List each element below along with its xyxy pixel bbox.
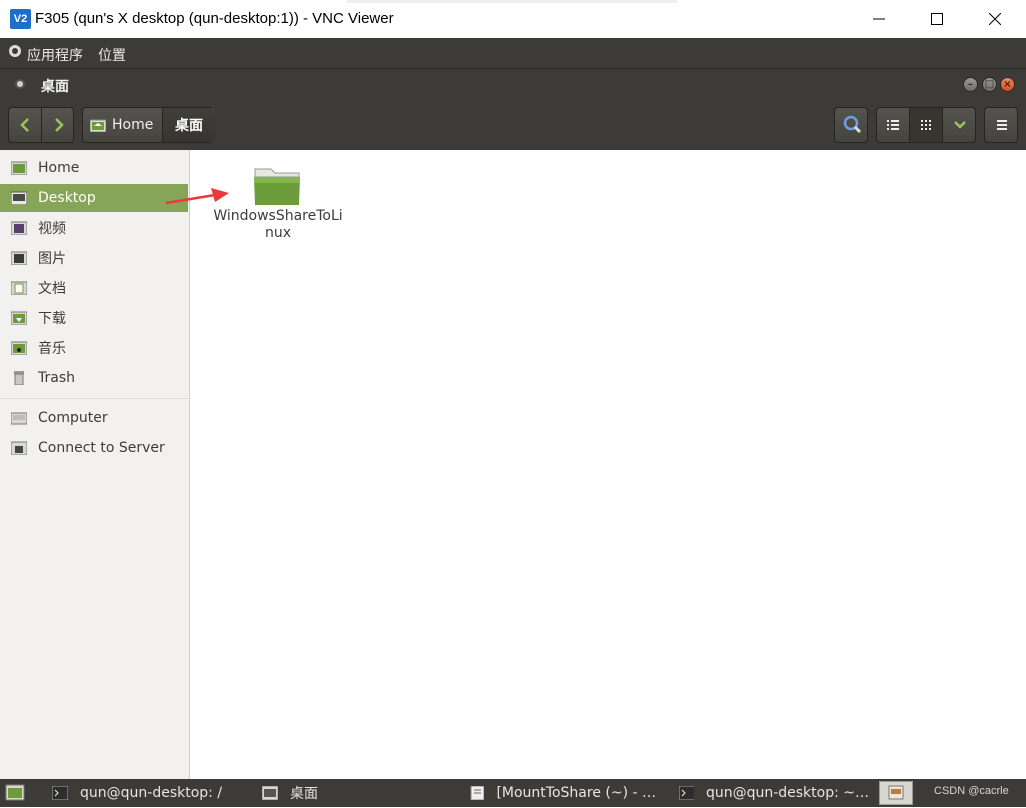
sidebar-item-home[interactable]: Home — [0, 154, 188, 182]
sidebar-item-label: Trash — [38, 370, 75, 386]
terminal-icon — [679, 786, 694, 800]
text-editor-icon — [470, 786, 485, 800]
list-view-icon — [887, 120, 899, 130]
menu-button[interactable] — [984, 107, 1018, 143]
music-folder-icon — [11, 341, 27, 355]
sidebar-item-pictures[interactable]: 图片 — [0, 244, 188, 272]
taskbar-item-label: 桌面 — [290, 786, 318, 802]
sidebar-item-label: 下载 — [38, 311, 66, 327]
video-folder-icon — [11, 221, 27, 235]
sidebar-divider — [0, 398, 188, 399]
taskbar-item-terminal-home[interactable]: qun@qun-desktop: ~… — [679, 779, 869, 807]
file-manager-icon — [262, 786, 278, 800]
taskbar-item-label: [MountToShare (~) - … — [496, 785, 656, 801]
grid-view-icon — [921, 120, 931, 130]
navigation-buttons — [8, 107, 74, 143]
window-menu-icon[interactable] — [15, 79, 25, 89]
taskbar-item-file-manager[interactable]: 桌面 — [262, 779, 442, 807]
maximize-button[interactable] — [908, 0, 966, 38]
search-icon — [843, 115, 862, 134]
hamburger-menu-icon — [997, 120, 1007, 130]
places-menu[interactable]: 位置 — [98, 45, 126, 65]
sidebar-item-connect-to-server[interactable]: Connect to Server — [0, 434, 188, 462]
sidebar-item-documents[interactable]: 文档 — [0, 274, 188, 302]
minimize-button[interactable] — [850, 0, 908, 38]
sidebar-item-label: Computer — [38, 410, 108, 426]
breadcrumb-home[interactable]: Home — [83, 108, 163, 142]
sidebar-item-label: Desktop — [38, 190, 96, 206]
vnc-title-bar: V2 F305 (qun's X desktop (qun-desktop:1)… — [0, 0, 1026, 38]
network-server-icon — [11, 441, 27, 455]
chevron-left-icon — [20, 118, 29, 132]
folder-label[interactable]: WindowsShareToLi nux — [208, 208, 348, 242]
annotation-arrow-icon — [165, 188, 229, 205]
ubuntu-logo-icon — [9, 45, 21, 57]
workspace-switcher[interactable] — [879, 781, 913, 805]
show-desktop-icon[interactable] — [4, 782, 26, 803]
vnc-toolbar-strip — [347, 0, 677, 3]
chevron-right-icon — [54, 118, 64, 132]
watermark: CSDN @cacrle — [934, 785, 1009, 797]
sidebar-item-desktop[interactable]: Desktop — [0, 184, 188, 212]
taskbar-item-terminal-root[interactable]: qun@qun-desktop: / — [52, 779, 238, 807]
sidebar-item-label: Home — [38, 160, 80, 176]
list-view-button[interactable] — [877, 108, 910, 142]
file-manager-title: 桌面 — [41, 79, 69, 95]
maximize-icon: □ — [984, 79, 995, 90]
sidebar-item-videos[interactable]: 视频 — [0, 214, 188, 242]
home-folder-icon — [11, 161, 27, 175]
file-manager-title-bar — [0, 68, 1026, 100]
sidebar-item-label: 视频 — [38, 221, 66, 237]
chevron-down-icon — [953, 121, 966, 129]
folder-name-line1: WindowsShareToLi — [213, 208, 343, 224]
sidebar-item-trash[interactable]: Trash — [0, 364, 188, 392]
home-folder-icon — [90, 119, 106, 132]
terminal-icon — [52, 786, 68, 800]
fm-maximize-button[interactable]: □ — [982, 77, 997, 92]
grid-view-button[interactable] — [910, 108, 943, 142]
vnc-logo-icon: V2 — [10, 9, 31, 29]
downloads-folder-icon — [11, 311, 27, 325]
sidebar-item-downloads[interactable]: 下载 — [0, 304, 188, 332]
forward-button[interactable] — [42, 108, 75, 142]
search-button[interactable] — [834, 107, 868, 143]
sidebar-item-music[interactable]: 音乐 — [0, 334, 188, 362]
computer-icon — [11, 412, 27, 425]
back-button[interactable] — [9, 108, 42, 142]
workspace-icon — [888, 785, 904, 800]
breadcrumb-home-label: Home — [112, 117, 154, 133]
sidebar-item-label: 音乐 — [38, 341, 66, 357]
taskbar-item-label: qun@qun-desktop: ~… — [705, 785, 869, 801]
close-button[interactable] — [966, 0, 1024, 38]
view-switcher — [876, 107, 976, 143]
maximize-icon — [931, 13, 943, 25]
sidebar-item-computer[interactable]: Computer — [0, 404, 188, 432]
breadcrumb-desktop[interactable]: 桌面 — [163, 108, 215, 142]
sidebar-item-label: 图片 — [38, 251, 66, 267]
taskbar-item-label: qun@qun-desktop: / — [80, 785, 223, 801]
pictures-folder-icon — [11, 251, 27, 265]
desktop-icon — [11, 191, 27, 205]
folder-name-line2: nux — [264, 225, 292, 241]
folder-icon[interactable] — [253, 165, 301, 207]
sidebar-item-label: 文档 — [38, 281, 66, 297]
vnc-window-title: F305 (qun's X desktop (qun-desktop:1)) -… — [35, 10, 394, 27]
close-icon — [989, 13, 1001, 25]
trash-icon — [14, 371, 24, 385]
fm-minimize-button[interactable]: – — [963, 77, 978, 92]
sidebar-item-label: Connect to Server — [38, 440, 165, 456]
documents-folder-icon — [11, 281, 27, 295]
breadcrumb: Home 桌面 — [82, 107, 215, 143]
minimize-icon — [873, 18, 885, 20]
taskbar-item-text-editor[interactable]: [MountToShare (~) - … — [470, 779, 656, 807]
close-icon: × — [1003, 79, 1012, 90]
top-panel — [0, 38, 1026, 68]
minimize-icon: – — [968, 79, 973, 90]
file-view — [194, 150, 1026, 779]
fm-close-button[interactable]: × — [1000, 77, 1015, 92]
applications-menu[interactable]: 应用程序 — [27, 45, 83, 65]
view-options-button[interactable] — [943, 108, 976, 142]
